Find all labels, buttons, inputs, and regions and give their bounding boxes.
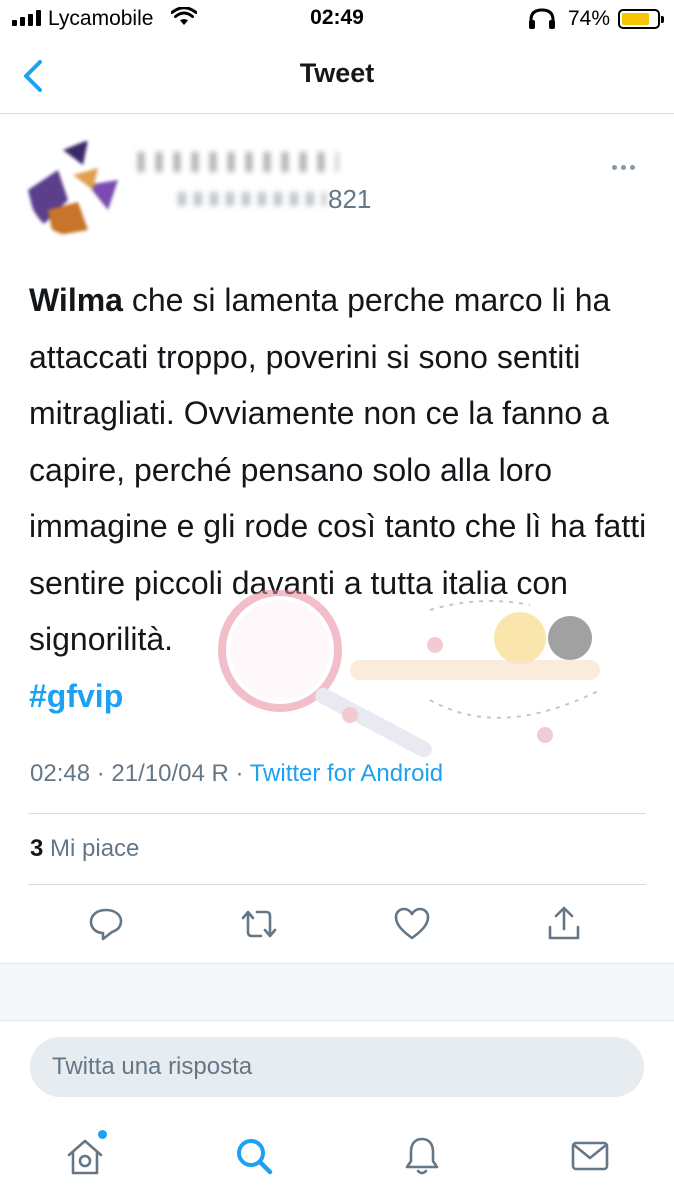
tab-home[interactable] — [61, 1130, 109, 1180]
section-separator — [0, 963, 674, 1021]
author-handle-redacted — [178, 192, 326, 206]
tab-messages[interactable] — [566, 1132, 614, 1180]
reply-button[interactable] — [82, 900, 130, 948]
search-icon — [237, 1139, 273, 1175]
divider — [28, 884, 646, 885]
tweet-actions — [0, 900, 674, 952]
share-icon — [548, 906, 580, 940]
tweet-timestamp: 02:48 · 21/10/04 R · Twitter for Android — [30, 760, 443, 788]
tab-search[interactable] — [230, 1132, 278, 1180]
retweet-icon — [241, 910, 277, 938]
avatar[interactable] — [28, 140, 124, 236]
battery-icon — [618, 9, 664, 29]
likes-count[interactable]: 3 Mi piace — [30, 835, 139, 863]
notification-dot — [98, 1130, 107, 1139]
share-button[interactable] — [540, 900, 588, 948]
home-icon — [67, 1139, 103, 1175]
like-icon — [394, 907, 430, 940]
more-button[interactable] — [612, 160, 642, 174]
notifications-icon — [405, 1137, 439, 1175]
divider — [28, 813, 646, 814]
hashtag-link[interactable]: #gfvip — [29, 678, 123, 714]
likes-label: Mi piace — [43, 835, 140, 862]
tweet-author[interactable]: 821 — [28, 128, 648, 238]
reply-input[interactable] — [30, 1037, 644, 1097]
battery-fill — [622, 13, 649, 25]
battery-percent: 74% — [568, 7, 611, 30]
messages-icon — [571, 1141, 609, 1171]
tweet-time: 02:48 · 21/10/04 R · — [30, 760, 250, 787]
tweet-lead-word: Wilma — [29, 282, 123, 318]
like-button[interactable] — [388, 900, 436, 948]
status-bar: Lycamobile 02:49 74% — [0, 0, 674, 38]
tweet-body: che si lamenta perche marco li ha attacc… — [29, 282, 647, 657]
likes-number: 3 — [30, 835, 44, 862]
author-name-redacted — [138, 152, 338, 172]
reply-icon — [89, 908, 123, 941]
author-handle: 821 — [328, 184, 372, 214]
tweet-text: Wilma che si lamenta perche marco li ha … — [29, 272, 649, 724]
page-title: Tweet — [299, 58, 375, 88]
retweet-button[interactable] — [235, 900, 283, 948]
tab-notifications[interactable] — [398, 1132, 446, 1180]
headphones-icon — [527, 8, 557, 35]
tweet-source-link[interactable]: Twitter for Android — [250, 760, 443, 787]
bottom-tab-bar — [0, 1118, 674, 1200]
nav-header: Tweet — [0, 38, 674, 114]
